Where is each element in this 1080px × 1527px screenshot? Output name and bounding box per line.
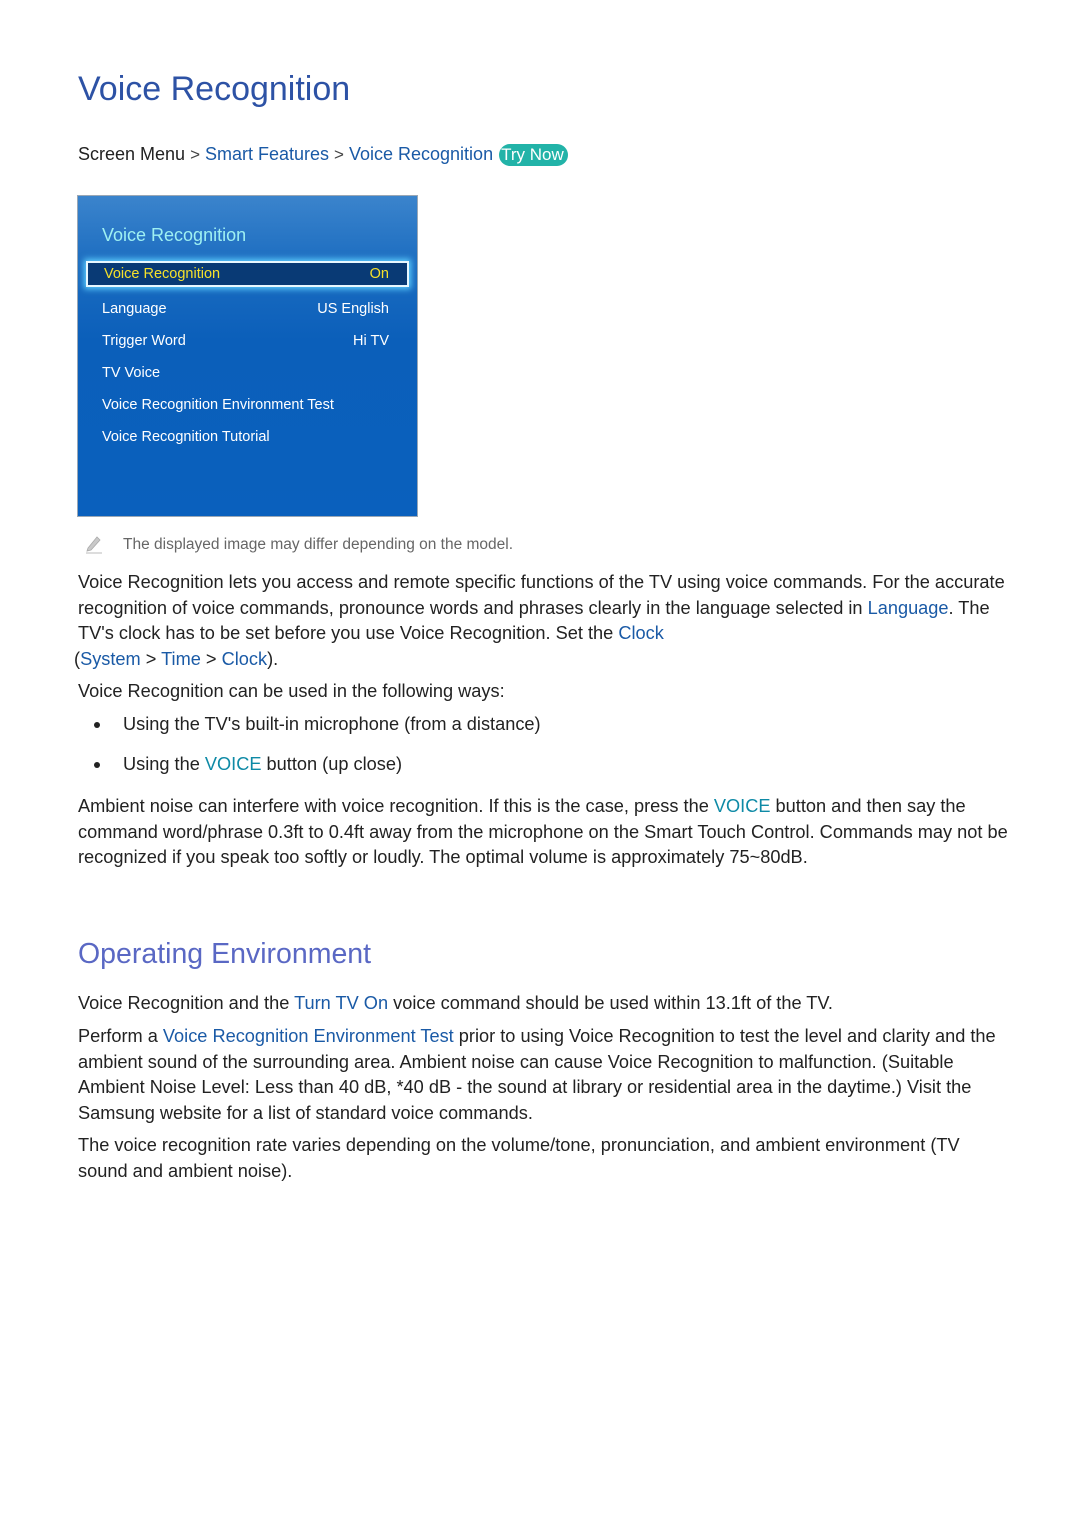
environment-test-paragraph: Perform a Voice Recognition Environment …	[78, 1024, 1008, 1126]
link-language[interactable]: Language	[868, 598, 949, 618]
chevron-right-icon: >	[190, 145, 200, 164]
tv-menu-item-trigger-word: Trigger Word Hi TV	[102, 329, 389, 353]
list-item: Using the TV's built-in microphone (from…	[78, 712, 541, 752]
tv-menu-item-label: Trigger Word	[102, 333, 186, 349]
intro-paragraph: Voice Recognition lets you access and re…	[74, 570, 1008, 672]
tv-menu-item-value: On	[369, 266, 389, 282]
list-item: Using the VOICE button (up close)	[78, 752, 541, 792]
chevron-right-icon: >	[140, 648, 162, 669]
tv-menu-item-tv-voice: TV Voice	[102, 361, 389, 385]
text: Voice Recognition and the	[78, 993, 295, 1013]
text: button (up close)	[261, 754, 403, 774]
ambient-noise-paragraph: Ambient noise can interfere with voice r…	[78, 794, 1008, 871]
tv-menu-item-value: Hi TV	[353, 333, 389, 349]
ways-list: Using the TV's built-in microphone (from…	[78, 712, 541, 792]
tv-menu-item-language: Language US English	[102, 297, 389, 321]
tv-menu-item-label: Voice Recognition	[104, 266, 221, 282]
link-environment-test[interactable]: Voice Recognition Environment Test	[163, 1026, 454, 1046]
voice-button-label: VOICE	[713, 796, 771, 816]
link-clock[interactable]: Clock	[618, 623, 663, 643]
tv-menu-item-label: TV Voice	[102, 365, 161, 381]
text: Using the	[123, 754, 205, 774]
breadcrumb-screen-menu: Screen Menu	[78, 144, 186, 164]
tv-menu-item-label: Voice Recognition Environment Test	[102, 397, 334, 413]
operating-distance-paragraph: Voice Recognition and the Turn TV On voi…	[78, 991, 1008, 1017]
text: Perform a	[78, 1026, 163, 1046]
ways-intro: Voice Recognition can be used in the fol…	[78, 681, 505, 701]
page-title: Voice Recognition	[78, 70, 351, 108]
bullet-icon	[94, 762, 100, 768]
tv-menu-item-value: US English	[317, 301, 389, 317]
chevron-right-icon: >	[200, 648, 222, 669]
text: Ambient noise can interfere with voice r…	[78, 796, 714, 816]
text: Using the TV's built-in microphone (from…	[123, 714, 541, 734]
tv-menu-item-label: Voice Recognition Tutorial	[102, 429, 270, 445]
text: voice command should be used within 13.1…	[388, 993, 833, 1013]
tv-menu-screenshot: Voice Recognition Voice Recognition On L…	[77, 195, 418, 517]
try-now-button[interactable]: Try Now	[499, 144, 568, 166]
tv-menu-title: Voice Recognition	[102, 225, 247, 245]
link-system[interactable]: System	[80, 649, 141, 669]
link-clock-path[interactable]: Clock	[222, 649, 267, 669]
tv-menu-item-tutorial: Voice Recognition Tutorial	[102, 425, 389, 449]
section-title-operating-environment: Operating Environment	[78, 938, 372, 970]
breadcrumb-voice-recognition[interactable]: Voice Recognition	[349, 144, 493, 164]
breadcrumb-smart-features[interactable]: Smart Features	[205, 144, 329, 164]
bullet-icon	[94, 722, 100, 728]
text: ).	[267, 648, 279, 669]
breadcrumb: Screen Menu > Smart Features > Voice Recogni…	[78, 144, 568, 166]
voice-button-label: VOICE	[204, 754, 262, 774]
link-time[interactable]: Time	[161, 649, 201, 669]
chevron-right-icon: >	[334, 145, 344, 164]
recognition-rate-paragraph: The voice recognition rate varies depend…	[78, 1135, 960, 1181]
note-text: The displayed image may differ depending…	[123, 536, 514, 553]
tv-menu-item-environment-test: Voice Recognition Environment Test	[102, 393, 389, 417]
tv-menu-item-label: Language	[102, 301, 167, 317]
text: Voice Recognition lets you access and re…	[78, 572, 1005, 618]
pencil-icon	[86, 536, 102, 554]
link-turn-tv-on[interactable]: Turn TV On	[294, 993, 388, 1013]
tv-menu-item-voice-recognition: Voice Recognition On	[86, 261, 409, 287]
